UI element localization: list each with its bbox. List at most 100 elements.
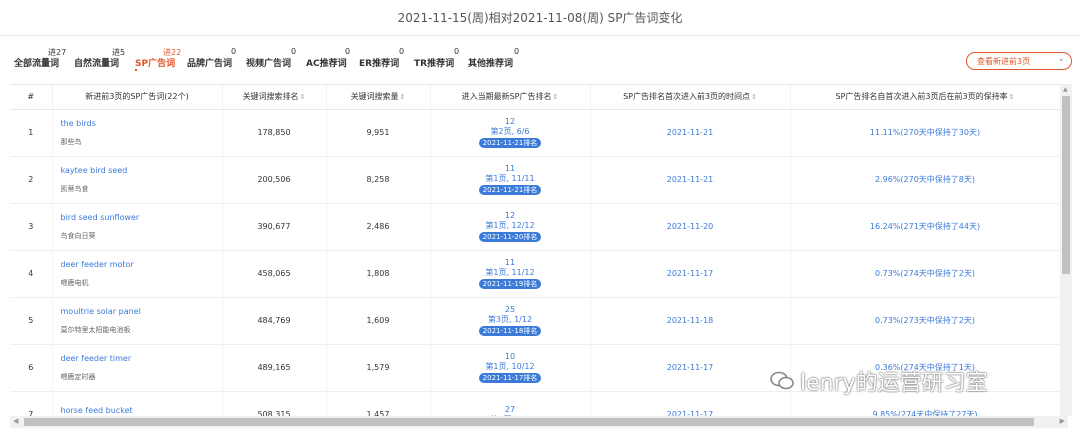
keyword-cell: the birds 那些鸟 — [52, 109, 223, 157]
table-row: 1 the birds 那些鸟 178,850 9,951 12 第2页, 6/6 2021-… — [10, 109, 1060, 157]
first-time-cell: 2021-11-17 — [590, 250, 791, 298]
sp-rank-cell: 10 第1页, 10/12 2021-11-17排名 — [430, 344, 591, 392]
sp-rank-cell: 27第3页, 9/9 — [430, 391, 591, 416]
search-volume-cell: 1,808 — [326, 250, 431, 298]
sort-icon[interactable]: ⇕ — [751, 93, 757, 101]
keyword-translation: 鸟食向日葵 — [60, 231, 96, 240]
search-rank-cell: 458,065 — [222, 250, 327, 298]
keyword-link[interactable]: moultrie solar panel — [61, 307, 222, 316]
tab-label: AC推荐词 — [306, 59, 347, 69]
col-header-retention[interactable]: SP广告排名自首次进入前3页后在前3页的保持率⇕ — [790, 85, 1060, 110]
rank-date-badge: 2021-11-17排名 — [478, 373, 542, 383]
search-volume-cell: 2,486 — [326, 203, 431, 251]
rank-date-badge: 2021-11-18排名 — [478, 326, 542, 336]
row-index: 7 — [10, 391, 53, 416]
page-range-select[interactable]: 查看新进前3页 ⌄ — [966, 52, 1072, 70]
retention-cell: 0.73%(274天中保持了2天) — [790, 250, 1060, 298]
sp-rank-cell: 25 第3页, 1/12 2021-11-18排名 — [430, 297, 591, 345]
table-row: 7 horse feed bucket508,3151,45727第3页, 9/9… — [10, 391, 1060, 416]
col-header-search-volume[interactable]: 关键词搜索量⇕ — [326, 85, 431, 110]
table-row: 2 kaytee bird seed 凯蒂鸟食 200,506 8,258 11 第1页, … — [10, 156, 1060, 204]
tab-label: 视频广告词 — [246, 59, 292, 69]
retention-cell: 0.73%(273天中保持了2天) — [790, 297, 1060, 345]
search-rank-cell: 390,677 — [222, 203, 327, 251]
sort-icon[interactable]: ⇕ — [400, 93, 406, 101]
search-rank-cell: 489,165 — [222, 344, 327, 392]
keyword-cell: kaytee bird seed 凯蒂鸟食 — [52, 156, 223, 204]
report-header: 2021-11-15(周)相对2021-11-08(周) SP广告词变化 — [0, 0, 1080, 36]
tab-count: 0 — [345, 47, 351, 56]
rank-date-badge: 2021-11-21排名 — [478, 138, 542, 148]
chevron-down-icon: ⌄ — [1057, 54, 1065, 64]
horizontal-scrollbar[interactable]: ◀ ▶ — [10, 416, 1068, 428]
scroll-left-icon[interactable]: ◀ — [13, 417, 18, 425]
keyword-table: # 新进前3页的SP广告词(22个) 关键词搜索排名⇕ 关键词搜索量⇕ 进入当期… — [10, 85, 1060, 416]
sp-rank-number[interactable]: 12 — [431, 117, 590, 127]
sp-rank-page: 第1页, 11/11 — [485, 174, 535, 183]
sp-rank-number[interactable]: 11 — [431, 258, 590, 268]
tab-count: 0 — [454, 47, 460, 56]
sort-icon[interactable]: ⇕ — [553, 93, 559, 101]
scroll-thumb[interactable] — [24, 418, 1034, 426]
keyword-link[interactable]: kaytee bird seed — [61, 166, 222, 175]
search-volume-cell: 8,258 — [326, 156, 431, 204]
keyword-cell: horse feed bucket — [52, 391, 223, 416]
keyword-translation: 凯蒂鸟食 — [60, 184, 89, 193]
retention-cell: 0.36%(274天中保持了1天) — [790, 344, 1060, 392]
sp-rank-number[interactable]: 27 — [431, 405, 590, 415]
scroll-thumb[interactable] — [1062, 96, 1070, 274]
row-index: 2 — [10, 156, 53, 204]
keyword-cell: deer feeder timer 喂鹿定时器 — [52, 344, 223, 392]
sort-icon[interactable]: ⇕ — [300, 93, 306, 101]
retention-cell: 2.96%(270天中保持了8天) — [790, 156, 1060, 204]
keyword-link[interactable]: deer feeder motor — [61, 260, 222, 269]
report-title: 2021-11-15(周)相对2021-11-08(周) SP广告词变化 — [397, 11, 683, 25]
sp-rank-page: 第1页, 11/12 — [485, 268, 535, 277]
keyword-cell: moultrie solar panel 莫尔特里太阳能电池板 — [52, 297, 223, 345]
row-index: 1 — [10, 109, 53, 157]
sp-rank-number[interactable]: 25 — [431, 305, 590, 315]
rank-date-badge: 2021-11-19排名 — [478, 279, 542, 289]
tab-label: ER推荐词 — [359, 59, 400, 69]
scroll-up-icon[interactable]: ▲ — [1063, 86, 1068, 93]
search-rank-cell: 484,769 — [222, 297, 327, 345]
vertical-scrollbar[interactable]: ▲ — [1060, 84, 1072, 416]
col-header-keyword: 新进前3页的SP广告词(22个) — [52, 85, 223, 110]
retention-cell: 16.24%(271天中保持了44天) — [790, 203, 1060, 251]
sp-rank-cell: 11 第1页, 11/12 2021-11-19排名 — [430, 250, 591, 298]
tab-count: 0 — [291, 47, 297, 56]
sp-rank-number[interactable]: 11 — [431, 164, 590, 174]
search-rank-cell: 200,506 — [222, 156, 327, 204]
first-time-cell: 2021-11-21 — [590, 109, 791, 157]
sp-rank-cell: 12 第1页, 12/12 2021-11-20排名 — [430, 203, 591, 251]
keyword-link[interactable]: deer feeder timer — [61, 354, 222, 363]
scroll-right-icon[interactable]: ▶ — [1060, 417, 1065, 425]
table-header-row: # 新进前3页的SP广告词(22个) 关键词搜索排名⇕ 关键词搜索量⇕ 进入当期… — [10, 85, 1060, 110]
col-header-first-time[interactable]: SP广告排名首次进入前3页的时间点⇕ — [590, 85, 791, 110]
keyword-type-tabs: 全部流量词 进27 自然流量词 进5 SP广告词 进22 品牌广告词 0 视频广… — [14, 44, 1066, 74]
keyword-cell: deer feeder motor 喂鹿电机 — [52, 250, 223, 298]
tab-count: 进27 — [48, 48, 67, 57]
tab-count: 0 — [231, 47, 237, 56]
keyword-cell: bird seed sunflower 鸟食向日葵 — [52, 203, 223, 251]
table-row: 5 moultrie solar panel 莫尔特里太阳能电池板 484,769 1,… — [10, 297, 1060, 345]
rank-date-badge: 2021-11-21排名 — [478, 185, 542, 195]
sort-icon[interactable]: ⇕ — [1009, 93, 1015, 101]
sp-rank-number[interactable]: 10 — [431, 352, 590, 362]
first-time-cell: 2021-11-17 — [590, 391, 791, 416]
sp-rank-number[interactable]: 12 — [431, 211, 590, 221]
col-header-sp-rank[interactable]: 进入当期最新SP广告排名⇕ — [430, 85, 591, 110]
keyword-translation: 莫尔特里太阳能电池板 — [60, 325, 131, 334]
keyword-link[interactable]: the birds — [61, 119, 222, 128]
keyword-link[interactable]: horse feed bucket — [61, 406, 222, 415]
keyword-link[interactable]: bird seed sunflower — [61, 213, 222, 222]
first-time-cell: 2021-11-17 — [590, 344, 791, 392]
sp-rank-page: 第1页, 12/12 — [485, 221, 535, 230]
page-range-value: 查看新进前3页 — [977, 56, 1031, 66]
search-volume-cell: 9,951 — [326, 109, 431, 157]
sp-rank-cell: 12 第2页, 6/6 2021-11-21排名 — [430, 109, 591, 157]
sp-rank-page: 第2页, 6/6 — [490, 127, 530, 136]
search-rank-cell: 178,850 — [222, 109, 327, 157]
first-time-cell: 2021-11-18 — [590, 297, 791, 345]
col-header-search-rank[interactable]: 关键词搜索排名⇕ — [222, 85, 327, 110]
